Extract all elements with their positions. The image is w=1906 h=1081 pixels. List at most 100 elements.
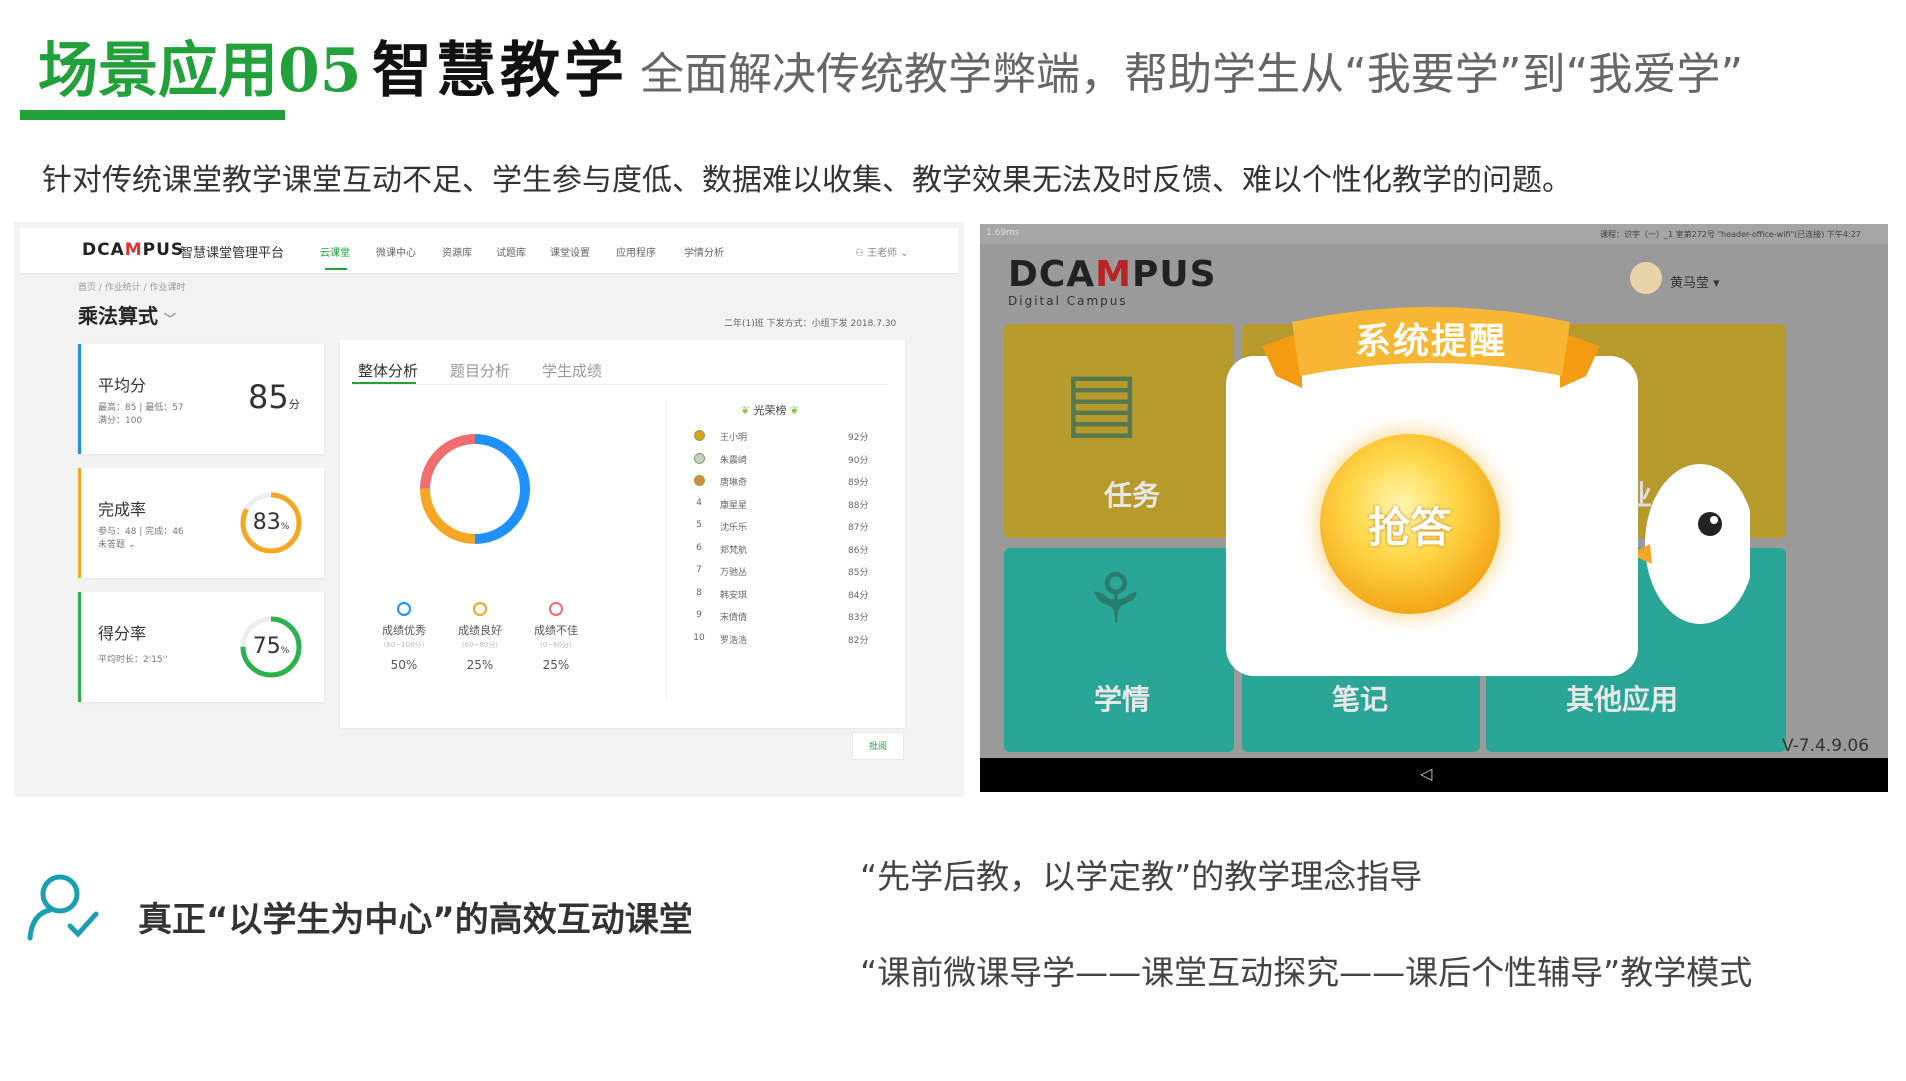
page-title-text: 乘法算式: [78, 304, 158, 328]
nav-apps[interactable]: 应用程序: [616, 244, 656, 259]
tab-question-analysis[interactable]: 题目分析: [450, 360, 510, 381]
rank-name: 宋倩倩: [720, 613, 748, 623]
score-distribution-donut: [420, 434, 530, 544]
rank-name: 万驰丛: [720, 568, 748, 578]
tile-label: 笔记: [1332, 683, 1389, 716]
dialog-title: 系统提醒: [1354, 321, 1507, 362]
rank-row: 王小明 92分: [680, 430, 880, 450]
nav-question-bank[interactable]: 试题库: [496, 244, 526, 259]
rank-row: 8 韩安琪 84分: [680, 588, 880, 608]
rank-row: 5 沈乐乐 87分: [680, 520, 880, 540]
logo-text-post: PUS: [142, 240, 185, 260]
kpi-card-average: 平均分 最高：85 | 最低：57 满分：100 85分: [78, 344, 324, 454]
kpi-card-completion: 完成率 参与：48 | 完成：46 未答题 ⌄ 83%: [78, 468, 324, 578]
kpi-number: 75: [252, 634, 281, 659]
kpi-detail: 最高：85 | 最低：57 满分：100: [98, 402, 208, 428]
nav-micro-course[interactable]: 微课中心: [376, 244, 416, 259]
kpi-label: 平均分: [98, 376, 147, 395]
rank-index: 7: [696, 565, 702, 575]
scene-subtitle: 全面解决传统教学弊端，帮助学生从“我要学”到“我爱学”: [640, 49, 1744, 100]
class-info: 二年(1)班 下发方式：小组下发 2018.7.30: [724, 319, 897, 329]
laurel-icon: ❦: [740, 404, 754, 417]
user-name: 王老师: [867, 248, 898, 259]
kpi-detail-line: 最高：85 | 最低：57: [98, 403, 184, 413]
panel-divider: [666, 400, 667, 700]
title-underline: [20, 110, 285, 120]
legend-good: 成绩良好 (60~80分) 25%: [440, 602, 520, 672]
duck-eye-glint: [1710, 516, 1718, 524]
legend-percent: 25%: [466, 658, 494, 672]
analysis-panel: 整体分析 题目分析 学生成绩 成绩优秀 (80~100分) 50% 成绩良好 (…: [340, 340, 905, 728]
honor-roll-title: ❦ 光荣榜 ❦: [740, 402, 800, 418]
user-icon: ⚇: [855, 248, 868, 259]
tile-learning-status[interactable]: ⚘ 学情: [1004, 548, 1234, 752]
unanswered-toggle[interactable]: 未答题 ⌄: [98, 540, 135, 550]
kpi-unit: %: [280, 646, 290, 656]
android-nav-bar: [980, 758, 1888, 792]
rank-row: 朱震崎 90分: [680, 452, 880, 473]
dcampus-logo[interactable]: DCAMPUS: [82, 240, 184, 260]
student-center-icon: [27, 874, 99, 941]
duck-body: [1645, 464, 1750, 624]
medal-icon: [693, 452, 705, 464]
tile-label: 任务: [1104, 479, 1161, 512]
kpi-number: 85: [248, 378, 289, 416]
rank-index: 8: [696, 587, 702, 598]
legend-range: (0~60分): [540, 641, 572, 649]
tab-overall-analysis[interactable]: 整体分析: [358, 360, 418, 381]
logo-text-mid: M: [124, 240, 143, 260]
rank-score: 87分: [848, 523, 869, 533]
check-mark: [67, 911, 99, 938]
legend-percent: 50%: [390, 658, 418, 672]
page-title[interactable]: 乘法算式 ﹀: [78, 300, 176, 329]
rank-index: 6: [696, 542, 702, 553]
tile-task[interactable]: ▤ 任务: [1004, 324, 1234, 538]
review-button[interactable]: 批阅: [852, 732, 904, 760]
rank-score: 84分: [848, 590, 869, 601]
scene-title: 智慧教学: [372, 36, 628, 106]
tab-student-scores[interactable]: 学生成绩: [542, 360, 602, 381]
rank-index: [692, 452, 706, 467]
laurel-icon: ❦: [786, 404, 800, 417]
user-menu[interactable]: ⚇ 王老师 ⌄: [855, 244, 909, 259]
kpi-value: 85分: [248, 378, 300, 416]
nav-analytics[interactable]: 学情分析: [684, 244, 724, 259]
kpi-detail-line: 参与：48 | 完成：46: [98, 527, 184, 537]
rank-score: 90分: [848, 455, 869, 466]
logo-subtitle: Digital Campus: [1008, 294, 1128, 308]
rank-score: 89分: [848, 478, 869, 488]
rank-index: [692, 475, 706, 489]
breadcrumb[interactable]: 首页 / 作业统计 / 作业课时: [78, 280, 186, 293]
kpi-detail-line: 满分：100: [98, 416, 143, 426]
nav-class-settings[interactable]: 课堂设置: [550, 244, 590, 259]
kpi-label: 完成率: [98, 500, 147, 519]
kpi-accent-bar: [78, 592, 81, 702]
avatar[interactable]: [1630, 262, 1662, 294]
medal-icon: [693, 475, 705, 486]
rank-row: 7 万驰丛 85分: [680, 565, 880, 585]
student-name[interactable]: 黄马莹 ▾: [1670, 272, 1720, 291]
legend-circle-icon: [473, 602, 487, 616]
status-info: 课程：识字（一）_1 室第272号 "header-office-wifi"(已…: [1600, 230, 1861, 239]
rank-score: 82分: [848, 635, 869, 646]
tab-active-indicator: [352, 382, 416, 384]
rank-row: 9 宋倩倩 83分: [680, 610, 880, 630]
kpi-number: 83: [252, 510, 281, 535]
rank-name: 郑梵航: [720, 545, 748, 556]
kpi-detail: 参与：48 | 完成：46 未答题 ⌄: [98, 526, 208, 552]
chevron-down-icon: ⌄: [897, 248, 909, 259]
rank-name: 康星星: [720, 500, 748, 511]
legend-excellent: 成绩优秀 (80~100分) 50%: [364, 602, 444, 672]
back-icon[interactable]: ◁: [1420, 764, 1432, 783]
legend-range: (80~100分): [383, 641, 425, 649]
rank-name: 罗浩浩: [720, 635, 748, 646]
person-shoulder: [27, 907, 53, 941]
nav-resources[interactable]: 资源库: [442, 244, 472, 259]
tile-label: 学情: [1094, 683, 1151, 716]
rank-name: 朱震崎: [720, 455, 748, 466]
duck-eye: [1698, 512, 1722, 536]
legend-label: 成绩不佳: [534, 624, 578, 637]
book-icon: ▤: [1064, 354, 1140, 447]
dcampus-logo: DCAMPUS: [1008, 254, 1217, 295]
nav-cloud-class[interactable]: 云课堂: [320, 244, 350, 259]
